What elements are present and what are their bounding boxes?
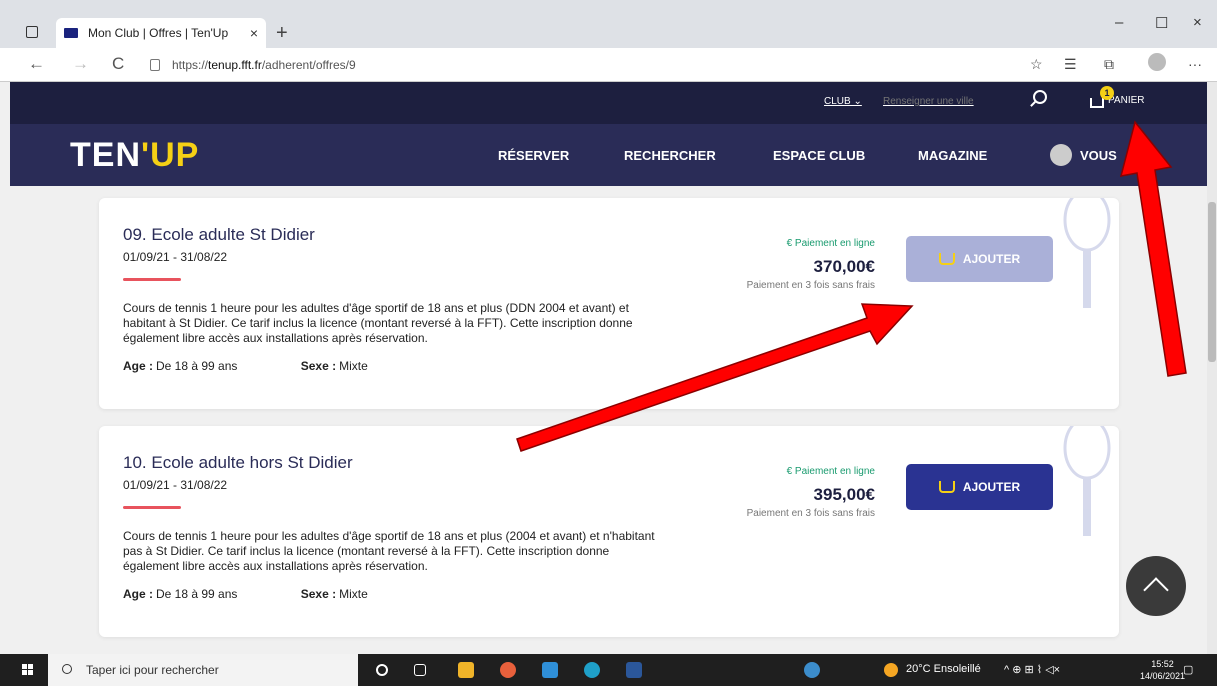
offer-dates: 01/09/21 - 31/08/22	[123, 478, 228, 492]
firefox-icon[interactable]	[500, 662, 516, 678]
browser-profile-avatar[interactable]	[1148, 53, 1166, 71]
add-to-cart-button[interactable]: AJOUTER	[906, 236, 1053, 282]
browser-tab[interactable]: Mon Club | Offres | Ten'Up ×	[56, 18, 266, 48]
help-icon[interactable]	[804, 662, 820, 678]
user-menu[interactable]: VOUS	[1050, 144, 1117, 166]
forward-icon[interactable]: →	[72, 54, 89, 74]
accent-divider	[123, 506, 181, 509]
favicon-icon	[64, 28, 78, 38]
scrollbar-thumb[interactable]	[1208, 202, 1216, 362]
offer-card: 09. Ecole adulte St Didier 01/09/21 - 31…	[99, 198, 1119, 409]
racket-decoration-icon	[1063, 426, 1111, 536]
basket-icon	[1090, 98, 1104, 108]
offer-price: 370,00€	[813, 257, 875, 276]
back-icon[interactable]: ←	[28, 54, 45, 74]
search-icon[interactable]	[1033, 90, 1047, 104]
offer-description: Cours de tennis 1 heure pour les adultes…	[123, 301, 633, 345]
maximize-button[interactable]: ☐	[1155, 14, 1168, 32]
user-avatar-icon	[1050, 144, 1072, 166]
tab-close-icon[interactable]: ×	[250, 25, 258, 41]
url-input[interactable]: https://tenup.fft.fr/adherent/offres/9	[150, 53, 1000, 77]
tenup-logo[interactable]: TEN'UP	[70, 136, 199, 175]
add-to-cart-button[interactable]: AJOUTER	[906, 464, 1053, 510]
online-payment-label: € Paiement en ligne	[786, 238, 875, 249]
basket-icon	[938, 253, 955, 265]
online-payment-label: € Paiement en ligne	[786, 466, 875, 477]
address-bar: ← → C https://tenup.fft.fr/adherent/offr…	[0, 48, 1217, 82]
url-prefix: https://	[172, 58, 209, 72]
word-icon[interactable]	[626, 662, 642, 678]
refresh-icon[interactable]: C	[112, 54, 124, 74]
weather-text[interactable]: 20°C Ensoleillé	[906, 663, 981, 675]
offer-meta: Age : De 18 à 99 ans Sexe : Mixte	[123, 359, 368, 373]
weather-sun-icon	[884, 663, 898, 677]
racket-decoration-icon	[1063, 198, 1111, 308]
cart-count-badge: 1	[1100, 86, 1114, 100]
url-path: /adherent/offres/9	[261, 58, 356, 72]
payment-note: Paiement en 3 fois sans frais	[746, 508, 875, 519]
system-tray-icons[interactable]: ^ ⊕ ⊞ ⌇ ◁×	[1004, 663, 1060, 676]
url-host: tenup.fft.fr	[208, 58, 262, 72]
windows-taskbar: Taper ici pour rechercher 20°C Ensoleill…	[0, 654, 1217, 686]
taskbar-search-input[interactable]: Taper ici pour rechercher	[48, 654, 358, 686]
tab-actions-icon[interactable]	[26, 26, 38, 38]
task-view-icon[interactable]	[414, 664, 426, 676]
offer-title: 10. Ecole adulte hors St Didier	[123, 453, 353, 472]
payment-note: Paiement en 3 fois sans frais	[746, 280, 875, 291]
offer-card: 10. Ecole adulte hors St Didier 01/09/21…	[99, 426, 1119, 637]
main-nav: TEN'UP RÉSERVER RECHERCHER ESPACE CLUB M…	[10, 124, 1207, 186]
mail-icon[interactable]	[542, 662, 558, 678]
windows-start-icon[interactable]	[22, 664, 34, 676]
basket-icon	[938, 481, 955, 493]
tab-title: Mon Club | Offres | Ten'Up	[88, 26, 229, 40]
city-search-input[interactable]	[883, 96, 1023, 107]
offer-description: Cours de tennis 1 heure pour les adultes…	[123, 529, 655, 573]
browser-tab-bar: Mon Club | Offres | Ten'Up × + – ☐ ×	[0, 0, 1217, 48]
clock[interactable]: 15:52 14/06/2021	[1140, 658, 1185, 682]
search-icon	[62, 664, 72, 674]
accent-divider	[123, 278, 181, 281]
nav-espace-club[interactable]: ESPACE CLUB	[773, 148, 865, 163]
close-window-button[interactable]: ×	[1193, 14, 1202, 31]
page-scrollbar[interactable]	[1207, 82, 1217, 654]
favorite-star-icon[interactable]: ☆	[1030, 56, 1043, 73]
top-strip: CLUB ⌄ PANIER 1	[10, 82, 1207, 124]
club-select[interactable]: CLUB ⌄	[824, 96, 862, 107]
user-label: VOUS	[1080, 147, 1117, 163]
offer-dates: 01/09/21 - 31/08/22	[123, 250, 228, 264]
lock-icon	[150, 59, 160, 71]
offer-title: 09. Ecole adulte St Didier	[123, 225, 315, 244]
cortana-icon[interactable]	[376, 664, 388, 676]
new-tab-button[interactable]: +	[276, 22, 288, 45]
scroll-to-top-button[interactable]	[1126, 556, 1186, 616]
collections-icon[interactable]: ⧉	[1104, 56, 1114, 73]
nav-reserver[interactable]: RÉSERVER	[498, 148, 569, 163]
nav-rechercher[interactable]: RECHERCHER	[624, 148, 716, 163]
offer-price: 395,00€	[813, 485, 875, 504]
page-viewport: CLUB ⌄ PANIER 1 TEN'UP RÉSERVER RECHERCH…	[10, 82, 1207, 654]
edge-icon[interactable]	[584, 662, 600, 678]
notifications-icon[interactable]: ▢	[1183, 663, 1193, 676]
favorites-list-icon[interactable]: ☰	[1064, 56, 1077, 73]
cart-label: PANIER	[1108, 94, 1145, 106]
offer-meta: Age : De 18 à 99 ans Sexe : Mixte	[123, 587, 368, 601]
minimize-button[interactable]: –	[1115, 14, 1123, 31]
file-explorer-icon[interactable]	[458, 662, 474, 678]
nav-magazine[interactable]: MAGAZINE	[918, 148, 987, 163]
more-menu-icon[interactable]: ···	[1188, 56, 1202, 72]
cart-link[interactable]: PANIER	[1090, 92, 1145, 108]
